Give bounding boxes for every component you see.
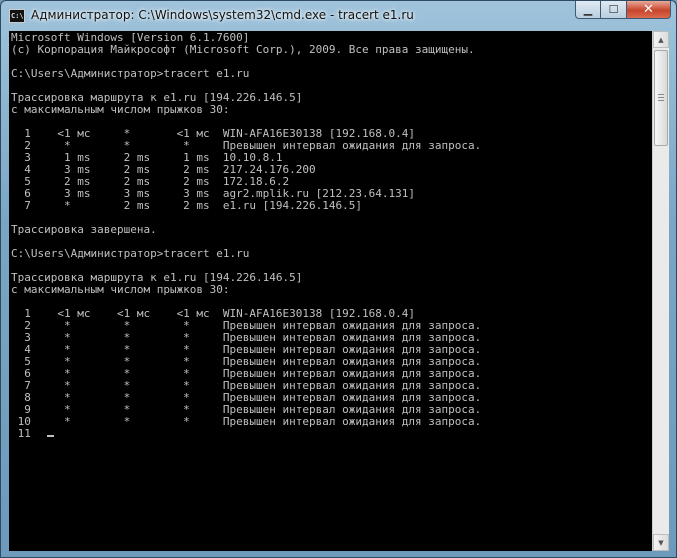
close-button[interactable]: ✕: [627, 1, 671, 19]
console-line: 7 * 2 ms 2 ms e1.ru [194.226.146.5]: [11, 199, 362, 212]
console-line: C:\Users\Администратор>tracert e1.ru: [11, 247, 250, 260]
console-line: Трассировка завершена.: [11, 223, 157, 236]
text-cursor: [47, 435, 55, 437]
minimize-icon: ▁: [583, 3, 593, 16]
close-icon: ✕: [643, 2, 654, 17]
window-title: Администратор: C:\Windows\system32\cmd.e…: [31, 8, 414, 22]
scroll-down-button[interactable]: ▼: [653, 534, 669, 551]
title-bar[interactable]: C:\ Администратор: C:\Windows\system32\c…: [1, 1, 676, 31]
console-line: (c) Корпорация Майкрософт (Microsoft Cor…: [11, 43, 475, 56]
grip-icon: [658, 100, 664, 101]
minimize-button[interactable]: ▁: [575, 1, 601, 19]
console-output: Microsoft Windows [Version 6.1.7600] (c)…: [9, 31, 652, 440]
console-line: 10 * * * Превышен интервал ожидания для …: [11, 415, 482, 428]
scroll-thumb[interactable]: [654, 50, 668, 146]
cmd-window: C:\ Администратор: C:\Windows\system32\c…: [0, 0, 677, 558]
console-line: с максимальным числом прыжков 30:: [11, 283, 230, 296]
grip-icon: [658, 97, 664, 98]
console-area[interactable]: Microsoft Windows [Version 6.1.7600] (c)…: [9, 31, 652, 551]
window-controls: ▁ ☐ ✕: [575, 1, 671, 20]
maximize-icon: ☐: [608, 3, 619, 16]
maximize-button[interactable]: ☐: [601, 1, 627, 19]
console-line: с максимальным числом прыжков 30:: [11, 103, 230, 116]
scroll-up-button[interactable]: ▲: [653, 31, 669, 48]
console-line: 11: [11, 427, 45, 440]
arrow-down-icon: ▼: [658, 538, 664, 547]
vertical-scrollbar[interactable]: ▲ ▼: [652, 31, 669, 551]
arrow-up-icon: ▲: [658, 35, 664, 44]
grip-icon: [658, 94, 664, 95]
console-line: C:\Users\Администратор>tracert e1.ru: [11, 67, 250, 80]
cmd-app-icon[interactable]: C:\: [9, 9, 25, 23]
